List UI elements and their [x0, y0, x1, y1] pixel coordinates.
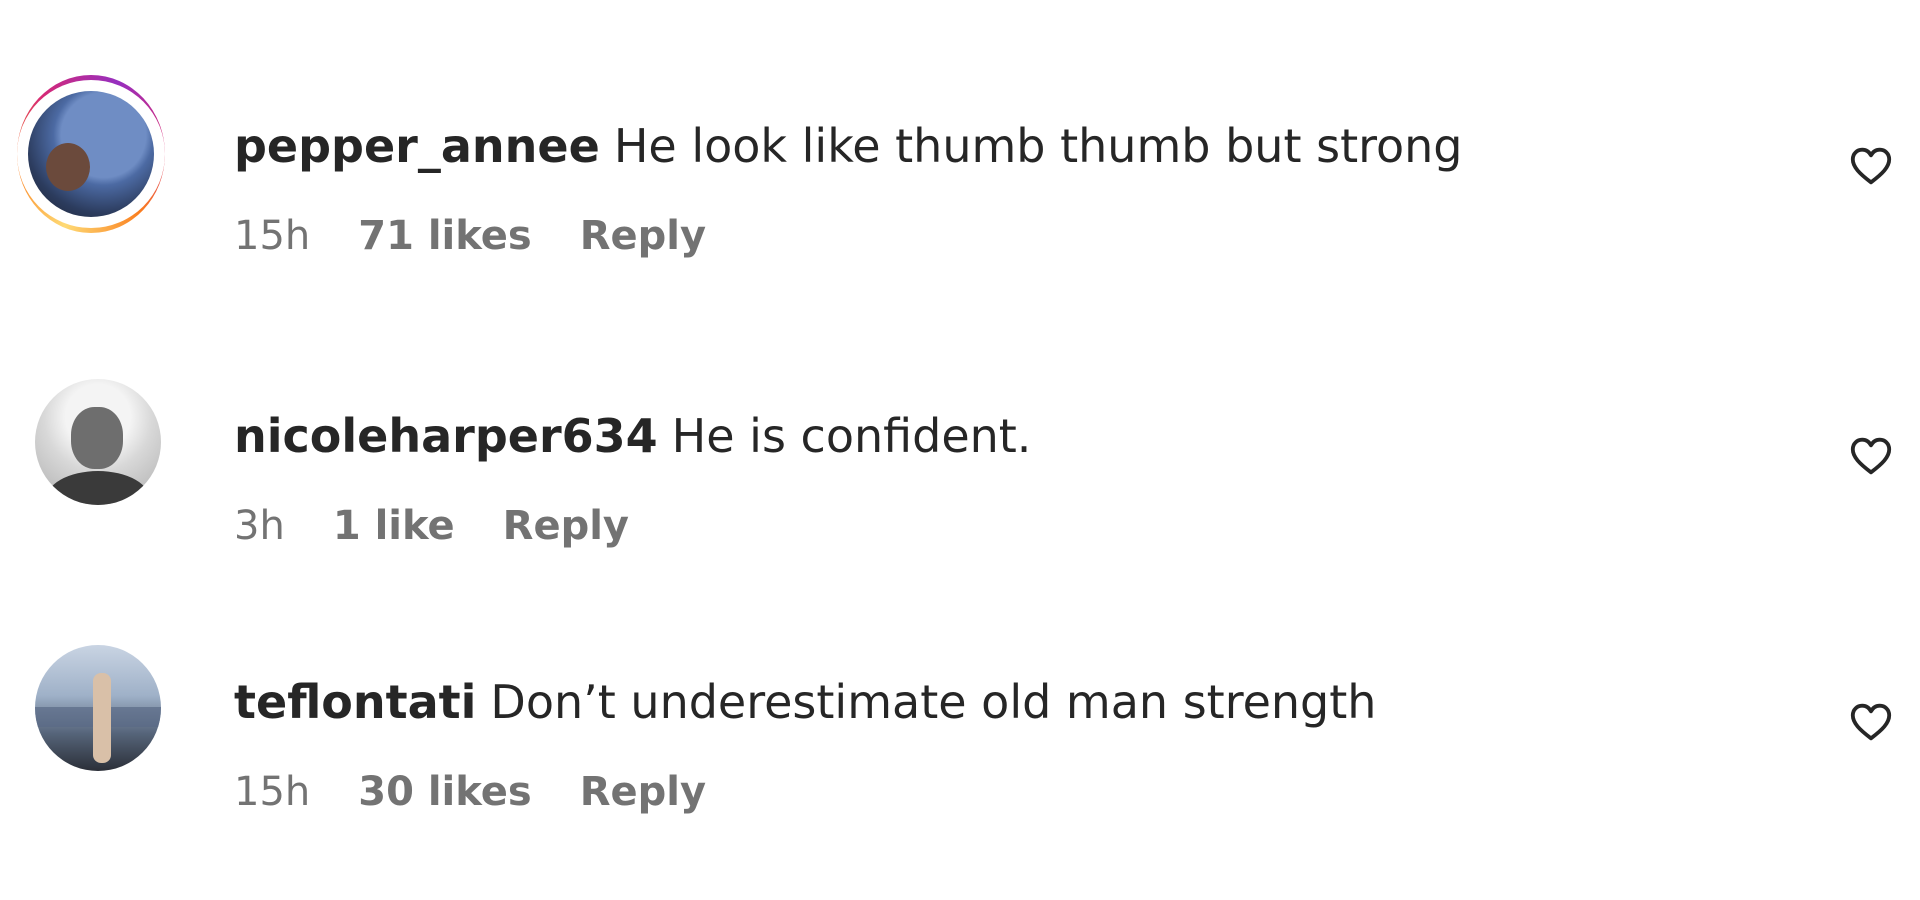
comment-likes[interactable]: 1 like	[333, 503, 455, 549]
avatar-container[interactable]	[34, 644, 162, 772]
comment-username[interactable]: pepper_annee	[234, 119, 600, 173]
comment-time[interactable]: 3h	[234, 503, 285, 549]
comment-username[interactable]: nicoleharper634	[234, 409, 658, 463]
avatar-container[interactable]	[16, 74, 165, 233]
comment-meta: 15h 71 likes Reply	[234, 212, 754, 260]
comment-text: He is confident.	[671, 409, 1032, 463]
comment-item: nicoleharper634 He is confident. 3h 1 like…	[0, 378, 1920, 578]
heart-outline-icon[interactable]	[1848, 433, 1894, 479]
comment-username[interactable]: teflontati	[234, 675, 476, 729]
comment-meta: 3h 1 like Reply	[234, 502, 677, 550]
reply-button[interactable]: Reply	[503, 503, 629, 549]
heart-outline-icon[interactable]	[1848, 699, 1894, 745]
reply-button[interactable]: Reply	[580, 769, 706, 815]
comment-meta: 15h 30 likes Reply	[234, 768, 754, 816]
comment-time[interactable]: 15h	[234, 213, 310, 259]
comment-likes[interactable]: 71 likes	[358, 213, 531, 259]
comment-text: Don’t underestimate old man strength	[490, 675, 1377, 729]
comment-body: nicoleharper634 He is confident.	[234, 408, 1031, 464]
avatar[interactable]	[27, 90, 154, 217]
avatar[interactable]	[35, 645, 161, 771]
comment-item: teflontati Don’t underestimate old man st…	[0, 644, 1920, 844]
heart-outline-icon[interactable]	[1848, 143, 1894, 189]
comment-item: pepper_annee He look like thumb thumb but…	[0, 74, 1920, 288]
comment-likes[interactable]: 30 likes	[358, 769, 531, 815]
avatar[interactable]	[35, 379, 161, 505]
comment-body: teflontati Don’t underestimate old man st…	[234, 674, 1376, 730]
avatar-container[interactable]	[34, 378, 162, 506]
reply-button[interactable]: Reply	[580, 213, 706, 259]
comment-text: He look like thumb thumb but strong	[613, 119, 1463, 173]
story-ring	[16, 74, 165, 233]
comment-time[interactable]: 15h	[234, 769, 310, 815]
comment-body: pepper_annee He look like thumb thumb but…	[234, 118, 1463, 174]
